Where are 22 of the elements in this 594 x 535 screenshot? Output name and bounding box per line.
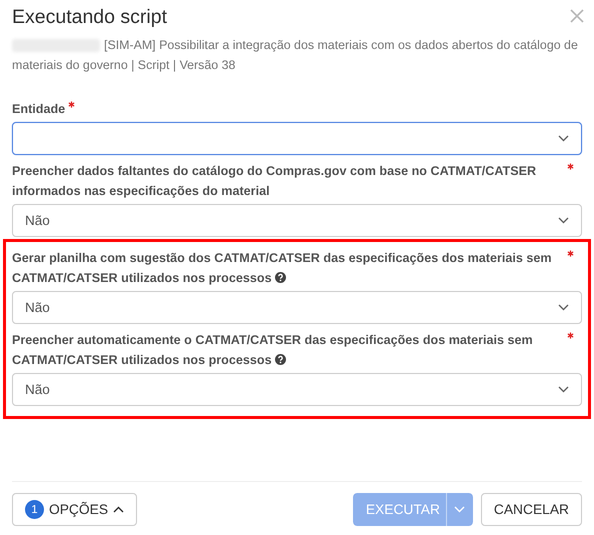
select-field[interactable]: Não [12,204,582,237]
select-field[interactable]: Não [12,291,582,324]
chevron-down-icon [558,386,569,393]
chevron-down-icon [558,304,569,311]
select-field[interactable]: Não [12,373,582,406]
count-badge: 1 [25,500,44,519]
cancel-button[interactable]: CANCELAR [480,493,582,526]
field-label: Gerar planilha com sugestão dos CATMAT/CATSER das especificações dos materiais sem CATMAT/CATSER utilizados nos processos [12,250,553,287]
chevron-up-icon [113,506,124,513]
options-button[interactable]: 1 OPÇÕES [12,493,138,526]
select-field[interactable] [12,122,582,155]
field-label: Preencher automaticamente o CATMAT/CATSER das especificações dos materiais sem CATMAT/CATSER utilizados nos processos [12,332,534,369]
help-icon[interactable] [274,272,286,283]
chevron-down-icon [558,217,569,224]
chevron-down-icon [454,506,466,513]
dialog-title: Executando script [12,6,168,29]
execute-menu-button[interactable] [446,493,473,526]
script-description: [SIM-AM] Possibilitar a integração dos materiais com os dados abertos do catálogo de materiais do governo | Script | Versão 38 [12,37,579,74]
field-label: Entidade [12,101,66,118]
help-icon[interactable] [274,354,286,365]
field-label: Preencher dados faltantes do catálogo do Compras.gov com base no CATMAT/CATSER informados nas especificações do material [12,163,538,200]
chevron-down-icon [558,135,569,142]
